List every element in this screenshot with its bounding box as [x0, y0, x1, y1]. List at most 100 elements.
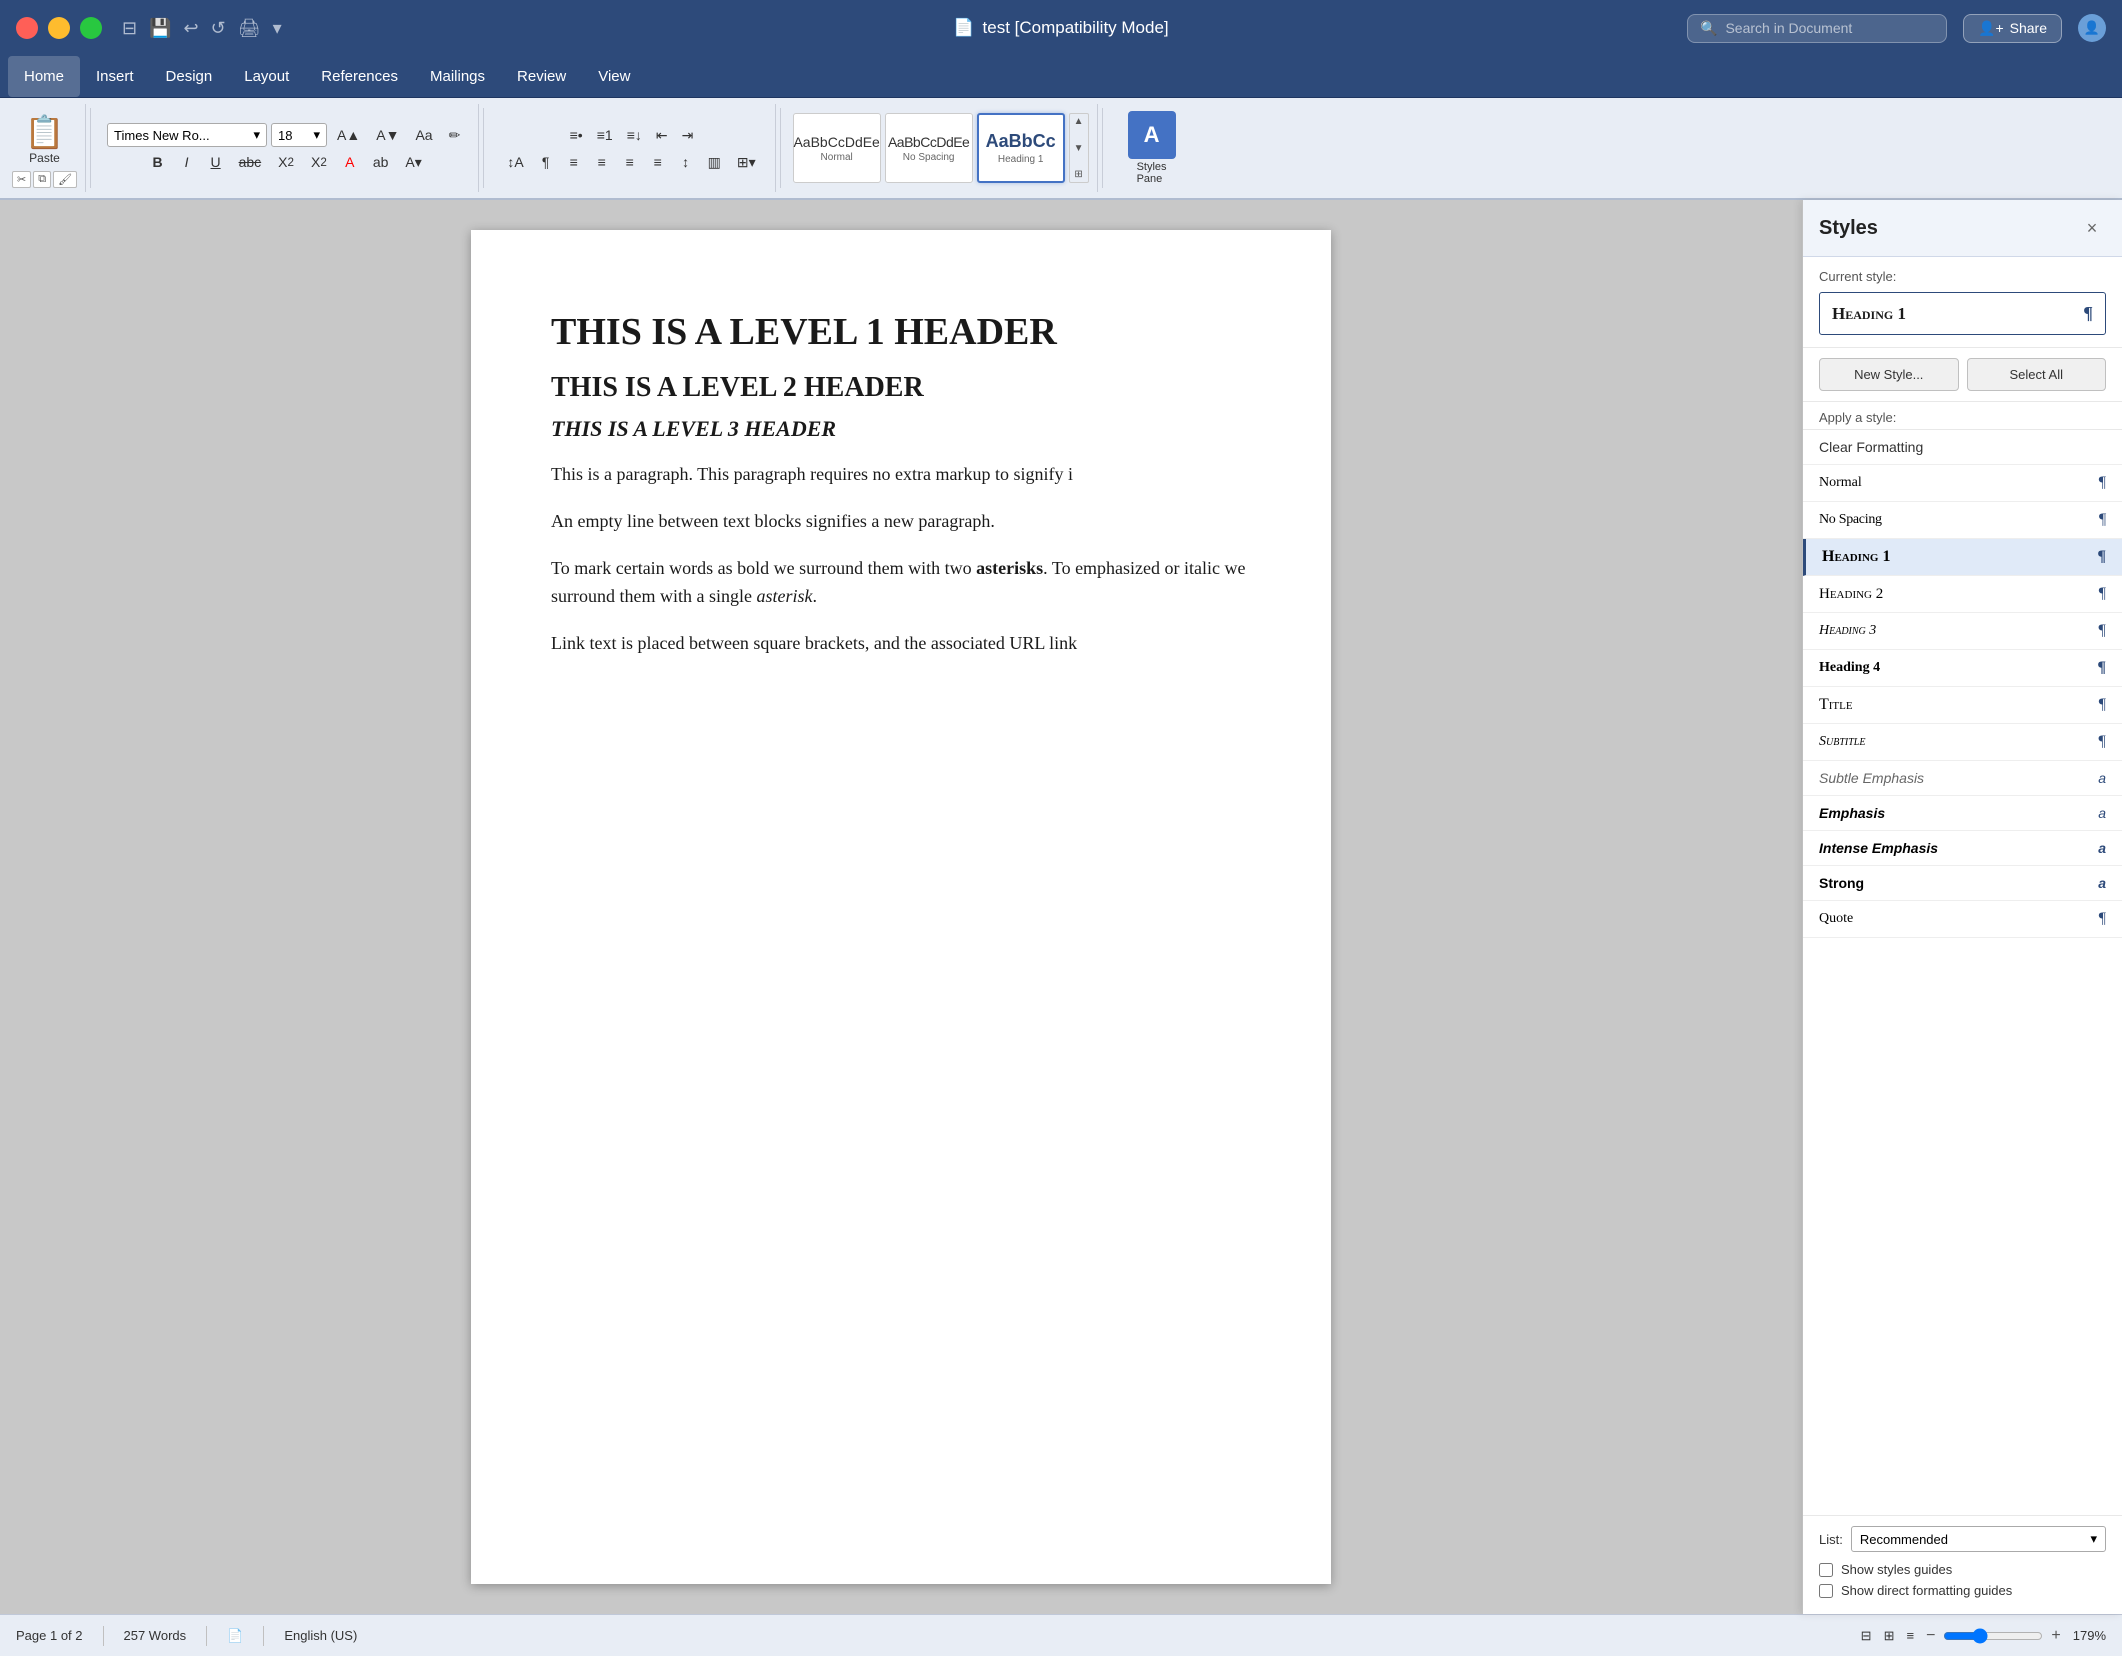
increase-indent-button[interactable]: ⇥	[676, 123, 700, 148]
search-input[interactable]	[1725, 20, 1934, 36]
close-button[interactable]	[16, 17, 38, 39]
view-icon-3[interactable]: ≡	[1906, 1628, 1914, 1643]
style-item-title[interactable]: Title ¶	[1803, 687, 2122, 724]
bold-button[interactable]: B	[145, 151, 171, 173]
multilevel-list-button[interactable]: ≡↓	[621, 123, 648, 147]
zoom-level[interactable]: 179%	[2073, 1628, 2106, 1643]
new-style-button[interactable]: New Style...	[1819, 358, 1959, 391]
menu-home[interactable]: Home	[8, 56, 80, 97]
styles-list: Clear Formatting Normal ¶ No Spacing ¶ H…	[1803, 429, 2122, 1515]
format-painter-button[interactable]: 🖌	[53, 171, 77, 188]
menu-review[interactable]: Review	[501, 56, 582, 97]
title-right: 🔍 👤+ Share 👤	[1687, 14, 2106, 43]
style-item-clear[interactable]: Clear Formatting	[1803, 430, 2122, 465]
borders-button[interactable]: ⊞▾	[730, 151, 763, 174]
sidebar-icon[interactable]: ⊟	[122, 18, 137, 39]
document-paragraph1: This is a paragraph. This paragraph requ…	[551, 460, 1251, 489]
styles-close-button[interactable]: ×	[2078, 214, 2106, 242]
font-name-selector[interactable]: Times New Ro... ▾	[107, 123, 267, 147]
style-item-subtitle[interactable]: Subtitle ¶	[1803, 724, 2122, 761]
minimize-button[interactable]	[48, 17, 70, 39]
current-style-box[interactable]: Heading 1 ¶	[1819, 292, 2106, 335]
zoom-out-button[interactable]: −	[1926, 1627, 1935, 1645]
highlight-color-button[interactable]: ✏	[443, 123, 467, 148]
style-item-heading2[interactable]: Heading 2 ¶	[1803, 576, 2122, 613]
style-item-emphasis[interactable]: Emphasis a	[1803, 796, 2122, 831]
align-right-button[interactable]: ≡	[617, 151, 643, 173]
print-icon[interactable]: 🖨	[238, 18, 261, 39]
style-item-heading3[interactable]: Heading 3 ¶	[1803, 613, 2122, 650]
search-icon: 🔍	[1700, 20, 1717, 37]
increase-font-button[interactable]: A▲	[331, 123, 366, 147]
justify-button[interactable]: ≡	[645, 151, 671, 173]
style-item-nospacing[interactable]: No Spacing ¶	[1803, 502, 2122, 539]
show-direct-formatting-checkbox[interactable]	[1819, 1584, 1833, 1598]
bullet-list-button[interactable]: ≡•	[564, 123, 589, 147]
zoom-in-button[interactable]: +	[2051, 1627, 2060, 1645]
show-marks-button[interactable]: ¶	[533, 151, 559, 173]
style-item-heading1[interactable]: Heading 1 ¶	[1803, 539, 2122, 576]
font-color-button[interactable]: A	[337, 151, 363, 173]
superscript-button[interactable]: X2	[304, 151, 334, 173]
save-icon[interactable]: 💾	[149, 18, 171, 39]
menu-insert[interactable]: Insert	[80, 56, 150, 97]
style-item-quote[interactable]: Quote ¶	[1803, 901, 2122, 938]
share-button[interactable]: 👤+ Share	[1963, 14, 2062, 43]
cut-button[interactable]: ✂	[12, 171, 31, 188]
style-item-intense-emphasis[interactable]: Intense Emphasis a	[1803, 831, 2122, 866]
font-size-selector[interactable]: 18 ▾	[271, 123, 327, 147]
menu-mailings[interactable]: Mailings	[414, 56, 501, 97]
underline-button[interactable]: U	[203, 151, 229, 173]
list-label: List:	[1819, 1532, 1843, 1547]
style-item-strong-indicator: a	[2098, 875, 2106, 891]
style-item-subtitle-label: Subtitle	[1819, 734, 1865, 750]
text-highlight-button[interactable]: ab	[366, 151, 396, 173]
styles-scroll-arrows[interactable]: ▲ ▼ ⊞	[1069, 113, 1089, 183]
line-spacing-button[interactable]: ↕	[673, 151, 699, 173]
zoom-slider[interactable]	[1943, 1628, 2043, 1644]
view-icon-2[interactable]: ⊞	[1884, 1628, 1895, 1644]
decrease-indent-button[interactable]: ⇤	[650, 123, 674, 148]
italic-button[interactable]: I	[174, 151, 200, 173]
copy-button[interactable]: ⧉	[33, 171, 51, 188]
font-color-picker[interactable]: A▾	[398, 151, 428, 174]
menu-design[interactable]: Design	[150, 56, 229, 97]
shading-button[interactable]: ▥	[701, 151, 728, 174]
style-item-normal[interactable]: Normal ¶	[1803, 465, 2122, 502]
paragraph-mark: ¶	[2083, 303, 2093, 324]
style-sample-heading1[interactable]: AaBbCc Heading 1	[977, 113, 1065, 183]
styles-pane-button[interactable]: A StylesPane	[1119, 106, 1185, 190]
current-style-section: Current style: Heading 1 ¶	[1803, 257, 2122, 348]
list-selector[interactable]: Recommended ▾	[1851, 1526, 2106, 1552]
show-styles-guides-checkbox[interactable]	[1819, 1563, 1833, 1577]
numbered-list-button[interactable]: ≡1	[591, 123, 619, 147]
align-center-button[interactable]: ≡	[589, 151, 615, 173]
user-avatar[interactable]: 👤	[2078, 14, 2106, 42]
style-sample-nospacing[interactable]: AaBbCcDdEe No Spacing	[885, 113, 973, 183]
outline-icon[interactable]: 📄	[227, 1628, 243, 1644]
strikethrough-button[interactable]: abc	[232, 151, 269, 173]
paste-button[interactable]: 📋 Paste	[17, 109, 73, 169]
maximize-button[interactable]	[80, 17, 102, 39]
view-icon-1[interactable]: ⊟	[1861, 1628, 1872, 1644]
search-bar[interactable]: 🔍	[1687, 14, 1947, 43]
menu-references[interactable]: References	[305, 56, 414, 97]
style-item-strong[interactable]: Strong a	[1803, 866, 2122, 901]
more-icon[interactable]: ▾	[273, 18, 282, 39]
align-left-button[interactable]: ≡	[561, 151, 587, 173]
change-case-button[interactable]: Aa	[409, 123, 438, 147]
menu-view[interactable]: View	[582, 56, 646, 97]
status-separator-1	[103, 1626, 104, 1646]
redo-icon[interactable]: ↺	[211, 18, 226, 39]
style-item-heading4[interactable]: Heading 4 ¶	[1803, 650, 2122, 687]
style-item-subtle-emphasis[interactable]: Subtle Emphasis a	[1803, 761, 2122, 796]
select-all-button[interactable]: Select All	[1967, 358, 2107, 391]
down-arrow-icon: ▼	[1074, 143, 1084, 154]
style-sample-normal[interactable]: AaBbCcDdEe Normal	[793, 113, 881, 183]
subscript-button[interactable]: X2	[271, 151, 301, 173]
sort-button[interactable]: ↕A	[500, 151, 530, 173]
menu-layout[interactable]: Layout	[228, 56, 305, 97]
undo-icon[interactable]: ↩	[184, 18, 199, 39]
decrease-font-button[interactable]: A▼	[370, 123, 405, 147]
list-row: List: Recommended ▾	[1819, 1526, 2106, 1552]
